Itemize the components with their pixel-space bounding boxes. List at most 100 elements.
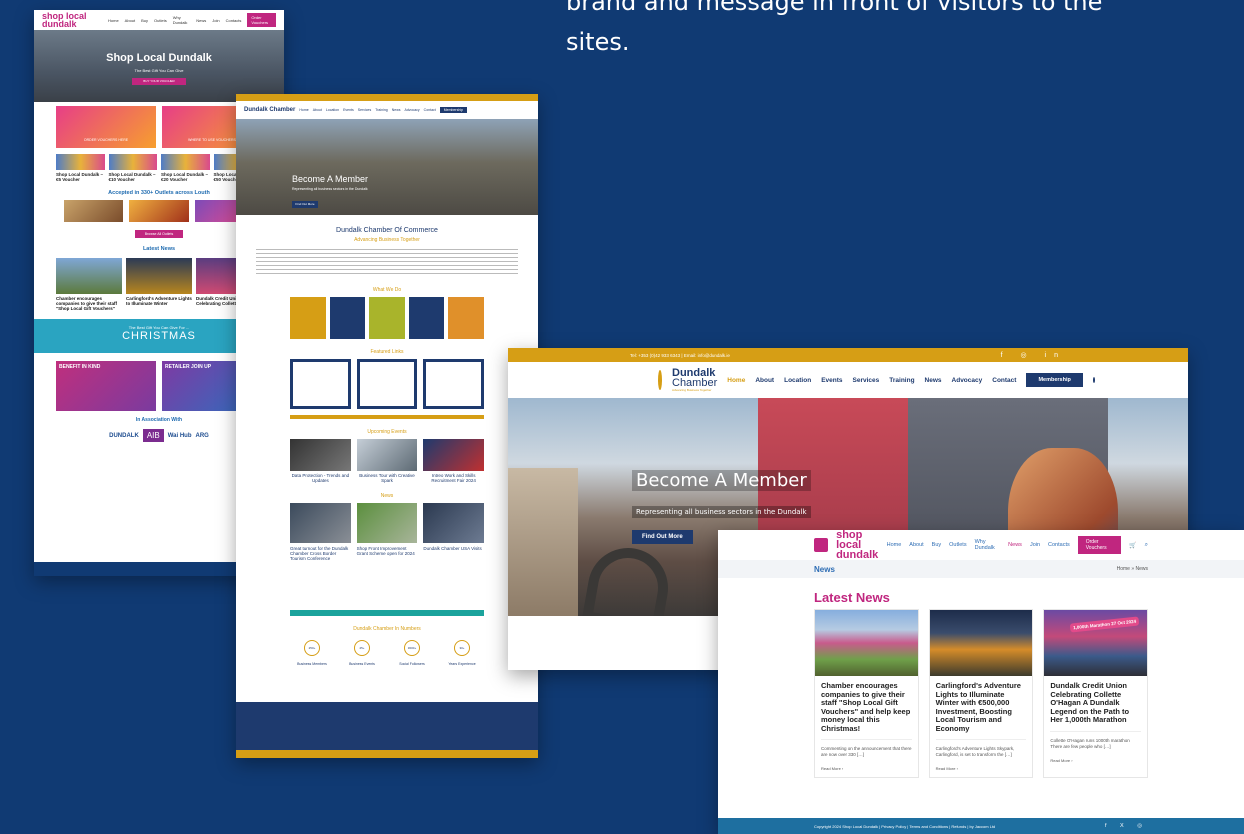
event-image[interactable] xyxy=(423,439,485,471)
event-title[interactable]: Business Tour with Creative Spark xyxy=(357,473,418,483)
nav-contacts[interactable]: Contacts xyxy=(1048,542,1070,548)
read-more-link[interactable]: Read More › xyxy=(1044,750,1147,769)
service-box[interactable] xyxy=(408,297,445,339)
news-title[interactable]: Carlingford's Adventure Lights to Illumi… xyxy=(930,676,1033,733)
news-image[interactable] xyxy=(815,610,918,676)
nav-contact[interactable]: Contact xyxy=(992,377,1016,384)
news-image[interactable] xyxy=(929,610,1033,676)
product-card[interactable]: Shop Local Dundalk – €20 Voucher xyxy=(161,154,210,182)
nav-outlets[interactable]: Outlets xyxy=(154,18,167,23)
shop-local-logo[interactable]: shop local dundalk xyxy=(836,530,879,561)
nav-why-dundalk[interactable]: Why Dundalk xyxy=(173,15,191,25)
news-image[interactable] xyxy=(423,503,485,543)
social-icons[interactable]: f X ◎ xyxy=(1105,823,1148,829)
browse-outlets-button[interactable]: Browse All Outlets xyxy=(135,230,183,238)
cart-icon[interactable]: 🛒 xyxy=(1129,542,1136,549)
nav-services[interactable]: Services xyxy=(358,108,371,112)
shop-local-logo[interactable]: shop local dundalk xyxy=(42,12,102,29)
chamber-logo[interactable]: Dundalk Chamber xyxy=(244,107,295,113)
order-vouchers-button[interactable]: Order Vouchers xyxy=(1077,536,1122,554)
nav-events[interactable]: Events xyxy=(343,108,354,112)
nav-buy[interactable]: Buy xyxy=(932,542,941,548)
nav-advocacy[interactable]: Advocacy xyxy=(404,108,419,112)
service-box[interactable] xyxy=(369,297,405,339)
order-vouchers-tile[interactable]: ORDER VOUCHERS HERE xyxy=(56,106,156,148)
nav-home[interactable]: Home xyxy=(727,377,745,384)
hero-title: Become A Member xyxy=(292,174,369,184)
view-all-news-bar[interactable] xyxy=(290,610,484,616)
footer: Copyright 2024 Shop Local Dundalk | Priv… xyxy=(718,818,1244,834)
read-more-link[interactable]: Read More › xyxy=(815,758,918,777)
nav-services[interactable]: Services xyxy=(853,377,880,384)
news-image[interactable] xyxy=(356,503,418,543)
news-card[interactable]: 1,000th Marathon 27 Oct 2024 Dundalk Cre… xyxy=(1043,609,1149,778)
outlet-image[interactable] xyxy=(129,200,189,222)
read-more-link[interactable]: Read More › xyxy=(930,758,1033,777)
nav-about[interactable]: About xyxy=(313,108,322,112)
breadcrumb[interactable]: Home » News xyxy=(1117,566,1148,572)
nav-news[interactable]: News xyxy=(196,18,206,23)
search-icon[interactable] xyxy=(1092,377,1095,383)
nav-news[interactable]: News xyxy=(1008,542,1022,548)
news-title[interactable]: Great turnout for the Dundalk Chamber Cr… xyxy=(290,546,351,606)
intro-line-1: brand and message in front of visitors t… xyxy=(566,0,1103,16)
event-image[interactable] xyxy=(290,439,351,471)
product-card[interactable]: Shop Local Dundalk – €5 Voucher xyxy=(56,154,105,182)
nav-events[interactable]: Events xyxy=(821,377,842,384)
news-title[interactable]: Shop Front Improvement Grant Scheme open… xyxy=(357,546,418,606)
membership-button[interactable]: Membership xyxy=(439,107,467,113)
nav-training[interactable]: Training xyxy=(375,108,388,112)
news-card[interactable]: Chamber encourages companies to give the… xyxy=(814,609,919,778)
news-item[interactable]: Carlingford's Adventure Lights to Illumi… xyxy=(126,258,192,311)
chamber-logo[interactable]: Dundalk Chamber Advancing Business Toget… xyxy=(672,368,717,393)
nav-join[interactable]: Join xyxy=(1030,542,1040,548)
nav-home[interactable]: Home xyxy=(887,542,902,548)
search-icon[interactable]: ⌕ xyxy=(1145,542,1148,549)
find-out-more-button[interactable]: Find Out More xyxy=(292,201,318,208)
service-box[interactable] xyxy=(329,297,366,339)
nav-advocacy[interactable]: Advocacy xyxy=(952,377,983,384)
membership-button[interactable]: Membership xyxy=(1026,373,1083,387)
nav-home[interactable]: Home xyxy=(299,108,308,112)
service-box[interactable] xyxy=(448,297,484,339)
news-card[interactable]: Carlingford's Adventure Lights to Illumi… xyxy=(928,609,1034,778)
featured-card[interactable] xyxy=(423,359,485,409)
stat-label: Business Events xyxy=(349,662,375,666)
nav-buy[interactable]: Buy xyxy=(141,18,148,23)
outlet-image[interactable] xyxy=(64,200,124,222)
nav-contacts[interactable]: Contacts xyxy=(226,18,242,23)
contact-info: Tel: +353 (0)42 933 6343 | Email: info@d… xyxy=(630,352,730,358)
stat-label: Years Experience xyxy=(448,662,476,666)
nav-location[interactable]: Location xyxy=(326,108,339,112)
event-title[interactable]: Data Protection - Trends and Updates xyxy=(290,473,351,483)
event-image[interactable] xyxy=(356,439,418,471)
nav-join[interactable]: Join xyxy=(212,18,219,23)
nav-home[interactable]: Home xyxy=(108,18,119,23)
nav-contact[interactable]: Contact xyxy=(424,108,436,112)
news-title[interactable]: Dundalk Credit Union Celebrating Collett… xyxy=(1044,676,1147,725)
service-box[interactable] xyxy=(290,297,326,339)
featured-card[interactable] xyxy=(356,359,418,409)
order-vouchers-button[interactable]: Order Vouchers xyxy=(247,13,276,27)
hero-button[interactable]: BUY YOUR VOUCHER xyxy=(132,78,186,85)
nav-location[interactable]: Location xyxy=(784,377,811,384)
nav-news[interactable]: News xyxy=(925,377,942,384)
event-title[interactable]: Intreo Work and Skills Recruitment Fair … xyxy=(423,473,484,483)
news-title[interactable]: Dundalk Chamber USA Visits xyxy=(423,546,484,606)
featured-card[interactable] xyxy=(290,359,351,409)
news-title[interactable]: Chamber encourages companies to give the… xyxy=(815,676,918,733)
news-image[interactable]: 1,000th Marathon 27 Oct 2024 xyxy=(1044,610,1148,676)
news-item[interactable]: Chamber encourages companies to give the… xyxy=(56,258,122,311)
social-icons[interactable]: f ◎ in xyxy=(1001,351,1066,359)
nav-about[interactable]: About xyxy=(909,542,923,548)
nav-outlets[interactable]: Outlets xyxy=(949,542,966,548)
nav-news[interactable]: News xyxy=(392,108,401,112)
product-card[interactable]: Shop Local Dundalk – €10 Voucher xyxy=(108,154,157,182)
nav-about[interactable]: About xyxy=(755,377,774,384)
nav-why-dundalk[interactable]: Why Dundalk xyxy=(975,539,1001,551)
find-out-more-button[interactable]: Find Out More xyxy=(632,530,693,544)
news-image[interactable] xyxy=(290,503,351,543)
nav-about[interactable]: About xyxy=(125,18,135,23)
nav-training[interactable]: Training xyxy=(889,377,914,384)
benefit-in-kind-box[interactable]: BENEFIT IN KIND xyxy=(56,361,156,411)
